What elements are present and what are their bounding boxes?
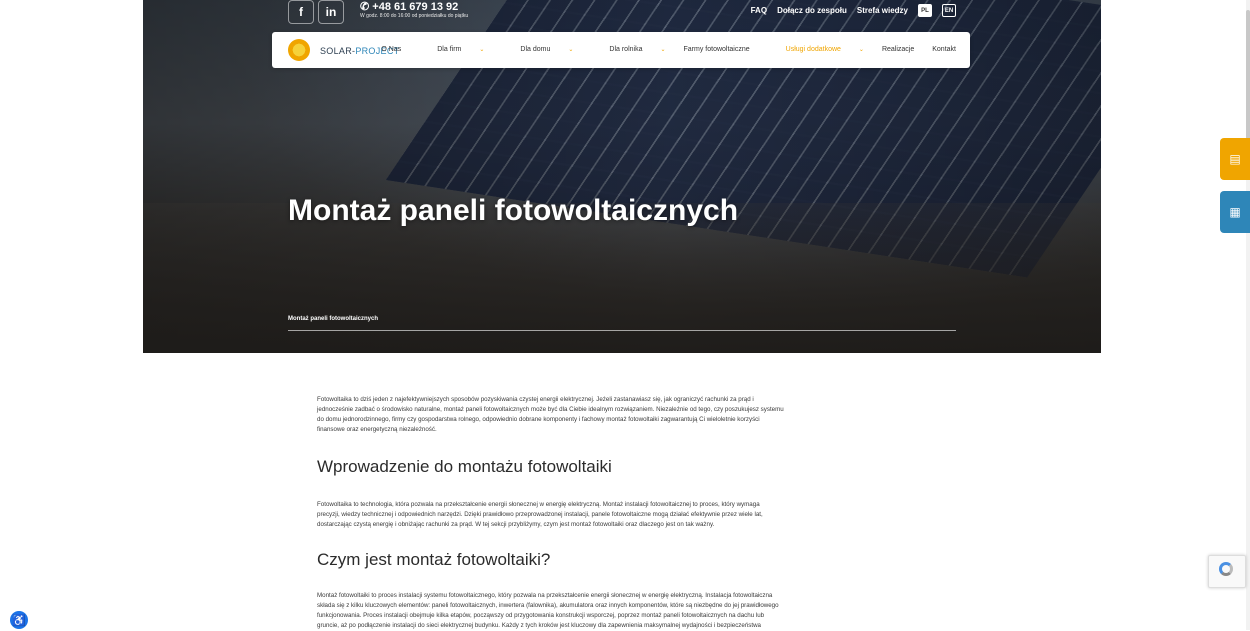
lang-pl-button[interactable]: PL: [918, 4, 932, 17]
section-heading-intro: Wprowadzenie do montażu fotowoltaiki: [317, 457, 612, 476]
nav-menu: O Nas Dla firm ⌄ Dla domu ⌄ Dla rolnika ⌄ F…: [363, 46, 956, 53]
intro-paragraph: Fotowoltaika to dziś jeden z najefektywn…: [317, 395, 784, 435]
nav-item-realizacje[interactable]: Realizacje: [882, 46, 914, 53]
phone-icon: ✆: [360, 1, 373, 13]
side-tab-offer[interactable]: ▤: [1220, 138, 1250, 180]
side-tab-calculator[interactable]: ▦: [1220, 191, 1250, 233]
sun-logo-icon[interactable]: [288, 39, 310, 61]
top-links: FAQ Dołącz do zespołu Strefa wiedzy PL E…: [751, 4, 956, 17]
paragraph-line: Fotowoltaika to technologia, która pozwa…: [317, 501, 760, 508]
nav-item-farmy[interactable]: Farmy fotowoltaiczne: [684, 46, 750, 53]
page-title: Montaż paneli fotowoltaicznych: [288, 194, 739, 228]
paragraph-line: jednocześnie zadbać o środowisko natural…: [317, 406, 784, 413]
breadcrumb[interactable]: Montaż paneli fotowoltaicznych: [288, 316, 378, 322]
paragraph-line: dostarczając czystą energię i obniżając …: [317, 521, 715, 528]
document-icon: ▤: [1229, 152, 1241, 166]
paragraph-line: funkcjonowania. Proces instalacji obejmu…: [317, 612, 765, 619]
paragraph-line: precyzji, wiedzy technicznej i odpowiedn…: [317, 511, 763, 518]
knowledge-zone-link[interactable]: Strefa wiedzy: [857, 6, 908, 15]
calculator-icon: ▦: [1229, 205, 1241, 219]
what-is-paragraph: Montaż fotowoltaiki to proces instalacji…: [317, 591, 779, 631]
paragraph-line: finansowe oraz energetyczną niezależność…: [317, 426, 437, 433]
recaptcha-badge[interactable]: [1208, 555, 1246, 588]
phone-number[interactable]: ✆ +48 61 679 13 92: [360, 0, 458, 13]
section-heading-what-is: Czym jest montaż fotowoltaiki?: [317, 550, 551, 569]
nav-item-kontakt[interactable]: Kontakt: [932, 46, 956, 53]
chevron-down-icon: ⌄: [568, 47, 574, 53]
top-bar: f in ✆ +48 61 679 13 92 W godz. 8:00 do …: [288, 0, 956, 26]
chevron-down-icon: ⌄: [660, 47, 666, 53]
lang-en-button[interactable]: EN: [942, 4, 956, 17]
nav-item-label: Dla firm: [437, 46, 462, 53]
chevron-down-icon: ⌄: [479, 47, 485, 53]
paragraph-line: Montaż fotowoltaiki to proces instalacji…: [317, 592, 773, 599]
nav-item-label: Dla domu: [520, 46, 551, 53]
nav-item-label: Usługi dodatkowe: [785, 46, 841, 53]
page-scrollbar[interactable]: [1246, 0, 1250, 630]
nav-item-dla-rolnika[interactable]: Dla rolnika ⌄: [591, 46, 665, 53]
faq-link[interactable]: FAQ: [751, 6, 767, 15]
nav-item-o-nas[interactable]: O Nas: [381, 46, 401, 53]
paragraph-line: składa się z kilku kluczowych elementów:…: [317, 602, 779, 609]
join-team-link[interactable]: Dołącz do zespołu: [777, 6, 847, 15]
nav-item-label: Dla rolnika: [609, 46, 643, 53]
brand-name-part1: SOLAR-: [320, 46, 356, 56]
breadcrumb-divider: [288, 330, 956, 331]
nav-item-dla-firm[interactable]: Dla firm ⌄: [419, 46, 484, 53]
linkedin-icon[interactable]: in: [318, 0, 344, 24]
intro-section-paragraph: Fotowoltaika to technologia, która pozwa…: [317, 500, 763, 530]
facebook-icon[interactable]: f: [288, 0, 314, 24]
nav-item-dla-domu[interactable]: Dla domu ⌄: [502, 46, 573, 53]
paragraph-line: Fotowoltaika to dziś jeden z najefektywn…: [317, 396, 754, 403]
chevron-down-icon: ⌄: [858, 47, 864, 53]
accessibility-icon[interactable]: ♿: [10, 611, 28, 629]
phone-hours: W godz. 8:00 do 16:00 od poniedziałku do…: [360, 13, 469, 19]
phone-text: +48 61 679 13 92: [372, 1, 459, 13]
main-navbar: SOLAR-PROJECT O Nas Dla firm ⌄ Dla domu ⌄ …: [272, 32, 970, 68]
nav-item-uslugi-dodatkowe[interactable]: Usługi dodatkowe ⌄: [768, 46, 864, 53]
paragraph-line: do domu jednorodzinnego, firmy czy gospo…: [317, 416, 760, 423]
